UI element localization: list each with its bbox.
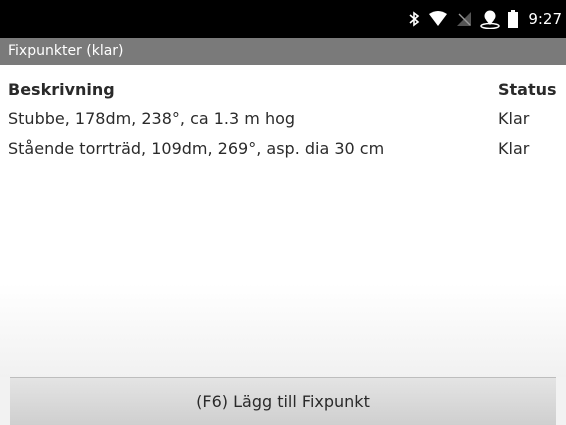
bluetooth-icon xyxy=(408,11,420,27)
wifi-icon xyxy=(428,11,448,27)
row-status: Klar xyxy=(498,139,530,158)
table-row[interactable]: Stubbe, 178dm, 238°, ca 1.3 m hog Klar xyxy=(0,106,566,132)
table-row[interactable]: Stående torrträd, 109dm, 269°, asp. dia … xyxy=(0,136,566,162)
table-header: Beskrivning Status xyxy=(0,77,566,103)
status-bar: 9:27 xyxy=(0,0,566,38)
column-header-description: Beskrivning xyxy=(8,80,115,99)
bottom-left-edge xyxy=(0,377,10,425)
page-title: Fixpunkter (klar) xyxy=(0,38,566,65)
add-fixpoint-button[interactable]: (F6) Lägg till Fixpunkt xyxy=(10,377,556,425)
column-header-status: Status xyxy=(498,80,557,99)
fixpoint-list: Beskrivning Status Stubbe, 178dm, 238°, … xyxy=(0,65,566,377)
no-signal-icon xyxy=(456,11,472,27)
row-description: Stubbe, 178dm, 238°, ca 1.3 m hog xyxy=(8,109,296,128)
clock: 9:27 xyxy=(528,10,562,28)
row-description: Stående torrträd, 109dm, 269°, asp. dia … xyxy=(8,139,385,158)
location-icon xyxy=(480,9,501,29)
bottom-right-edge xyxy=(556,377,566,425)
battery-icon xyxy=(508,10,519,28)
row-status: Klar xyxy=(498,109,530,128)
